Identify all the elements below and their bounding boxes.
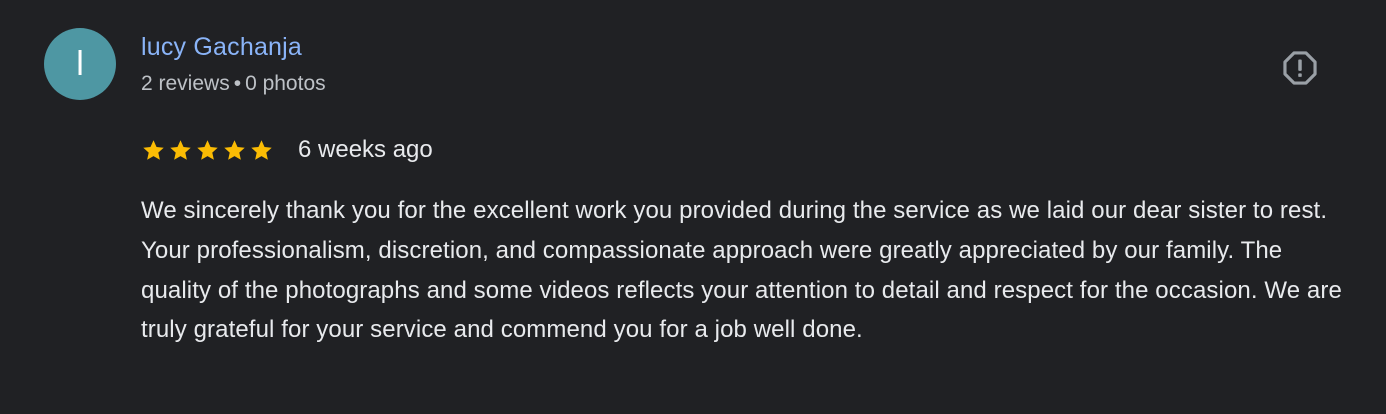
photos-count: 0 photos: [245, 72, 326, 95]
star-icon: [143, 139, 164, 160]
star-icon: [170, 139, 191, 160]
report-review-button[interactable]: [1278, 46, 1322, 90]
star-icon: [197, 139, 218, 160]
reviewer-meta: 2 reviews • 0 photos: [141, 70, 326, 98]
avatar-initial: l: [76, 45, 84, 83]
star-icon: [251, 139, 272, 160]
meta-separator: •: [233, 72, 242, 95]
review-text: We sincerely thank you for the excellent…: [141, 197, 1342, 344]
review-date: 6 weeks ago: [298, 136, 433, 163]
reviews-count: 2 reviews: [141, 72, 230, 95]
star-rating: [141, 138, 274, 163]
report-octagon-icon: [1283, 51, 1317, 85]
star-icon: [224, 139, 245, 160]
avatar[interactable]: l: [44, 28, 116, 100]
rating-row: 6 weeks ago: [141, 134, 433, 166]
reviewer-name-link[interactable]: lucy Gachanja: [141, 31, 302, 63]
